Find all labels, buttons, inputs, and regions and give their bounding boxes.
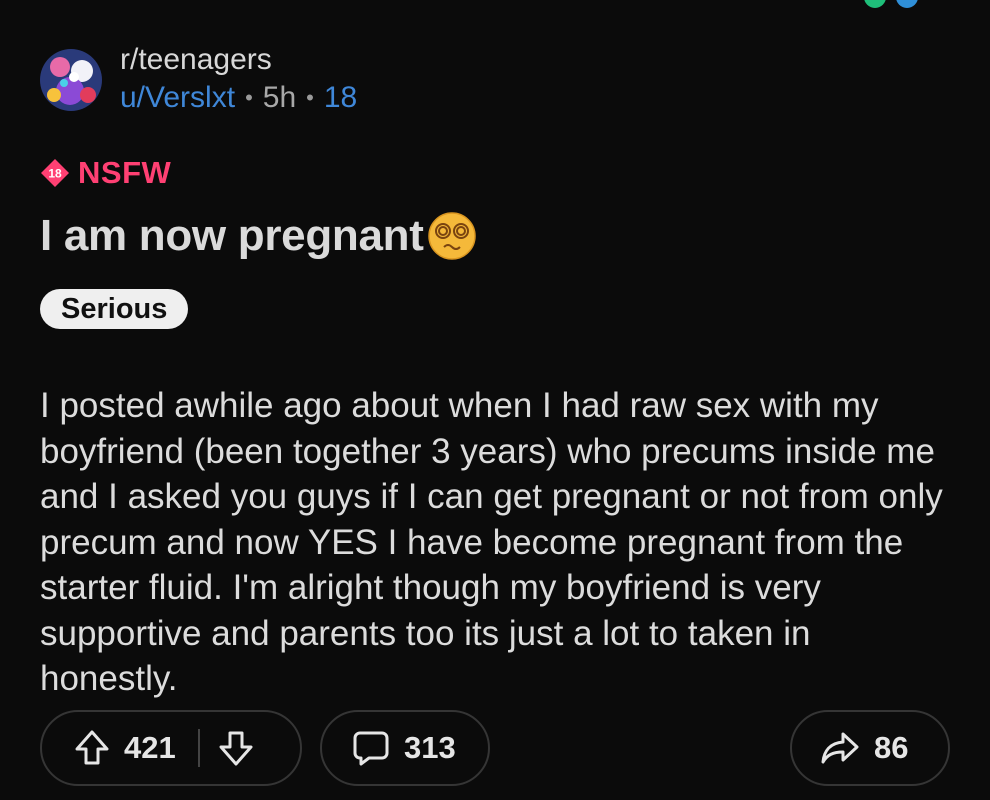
nsfw-tag: 18 NSFW [40,155,171,191]
face-with-spiral-eyes-icon [427,212,476,260]
green-dot-icon [864,0,886,8]
share-button[interactable]: 86 [790,710,950,786]
author-username[interactable]: u/Verslxt [120,78,235,118]
post-title[interactable]: I am now pregnant [40,210,478,262]
blue-dot-icon [896,0,918,8]
post-title-text: I am now pregnant [40,211,424,260]
meta-separator: • [245,85,253,110]
post-body: I posted awhile ago about when I had raw… [40,386,943,698]
meta-count: 18 [323,81,358,114]
post-meta-line: u/Verslxt • 5h • 18 [120,78,357,118]
comment-count: 313 [404,730,456,765]
nsfw-18-icon: 18 [41,159,69,187]
comments-button[interactable]: 313 [320,710,490,786]
share-arrow-icon [820,730,860,766]
post-time: 5h [262,81,297,114]
vote-divider [197,729,200,767]
post-flair[interactable]: Serious [40,289,189,329]
share-count: 86 [874,730,909,765]
svg-text:18: 18 [48,167,62,181]
post-actions: 421 313 86 [40,710,950,790]
upvote-arrow-icon[interactable] [74,729,110,767]
top-status-dots [864,0,918,8]
vote-control: 421 [40,710,302,786]
meta-separator: • [306,85,314,110]
downvote-arrow-icon[interactable] [218,729,254,767]
nsfw-label: NSFW [78,155,172,190]
community-avatar[interactable] [40,49,102,111]
post-page: r/teenagers u/Verslxt • 5h • 18 18 NSFW … [0,0,990,800]
community-name[interactable]: r/teenagers [120,42,357,78]
comment-bubble-icon [352,729,390,767]
post-header: r/teenagers u/Verslxt • 5h • 18 [40,42,357,118]
upvote-count: 421 [124,730,176,765]
post-meta: r/teenagers u/Verslxt • 5h • 18 [120,42,357,118]
